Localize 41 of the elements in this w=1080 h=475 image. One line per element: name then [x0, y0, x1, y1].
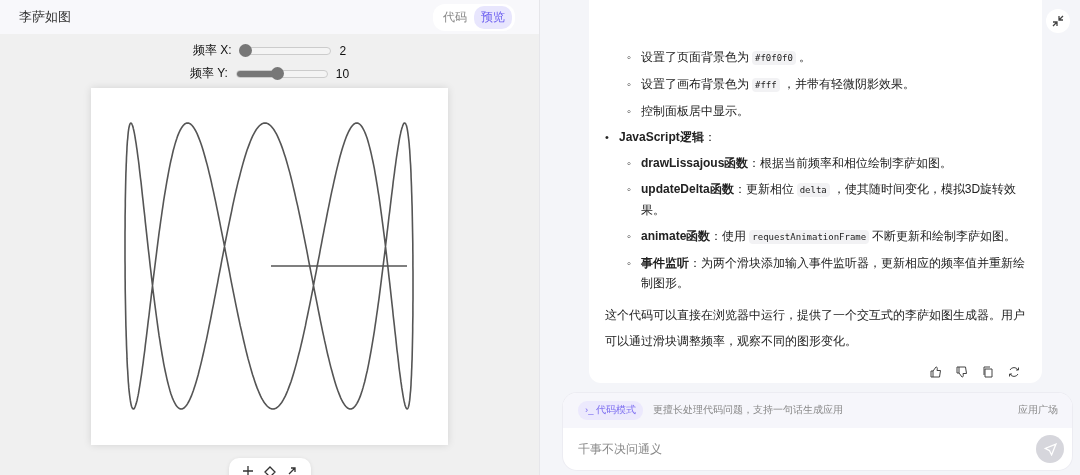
bullet-marker: ◦	[627, 182, 632, 197]
collapse-icon	[1052, 15, 1064, 27]
list-item-text: 控制面板居中显示。	[641, 103, 749, 120]
slider-label: 频率 Y:	[189, 65, 228, 82]
slider-label: 频率 X:	[192, 42, 232, 59]
list-item-text: 设置了画布背景色为 #fff ，并带有轻微阴影效果。	[641, 76, 915, 94]
mode-hint: 更擅长处理代码问题，支持一句话生成应用	[653, 404, 844, 417]
slider-value: 10	[335, 66, 350, 81]
slider-value: 2	[339, 43, 347, 58]
collapse-button[interactable]	[1046, 9, 1070, 33]
send-icon	[1043, 442, 1057, 456]
list-item-text: JavaScript逻辑：	[619, 129, 716, 146]
eraser-icon[interactable]	[262, 464, 277, 475]
slider-thumb[interactable]	[239, 43, 252, 57]
bullet-marker: ◦	[627, 104, 632, 119]
thumbs-up-icon[interactable]	[930, 366, 942, 378]
bullet-marker: ◦	[627, 229, 632, 244]
frequency-slider[interactable]	[239, 46, 332, 55]
bullet-marker: ◦	[627, 77, 632, 92]
frequency-slider[interactable]	[235, 69, 328, 78]
message-input[interactable]: 千事不决问通义	[576, 441, 1036, 457]
bullet-marker: ◦	[627, 256, 632, 271]
panel-title: 李萨如图	[19, 8, 71, 26]
code-mode-chip[interactable]: ›_ 代码模式	[578, 401, 644, 420]
bullet-marker: ◦	[627, 156, 632, 171]
view-tab[interactable]: 代码	[436, 5, 474, 29]
summary-text: 这个代码可以直接在浏览器中运行，提供了一个交互式的李萨如图生成器。用户可以通过滑块调整频率，观察不同的图形变化。	[605, 307, 1026, 350]
copy-icon[interactable]	[982, 366, 994, 378]
list-item-text: updateDelta函数：更新相位 delta ，使其随时间变化，模拟3D旋转效果。	[641, 181, 1018, 219]
slider-thumb[interactable]	[271, 66, 285, 80]
bullet-marker: ◦	[627, 50, 632, 65]
view-tab[interactable]: 预览	[474, 5, 512, 29]
refresh-icon[interactable]	[1008, 366, 1020, 378]
list-item-text: animate函数：使用 requestAnimationFrame 不断更新和绘制李萨如图。	[641, 228, 1017, 246]
app-square-link[interactable]: 应用广场	[1018, 404, 1058, 417]
list-item-text: 事件监听：为两个滑块添加输入事件监听器，更新相应的频率值并重新绘制图形。	[641, 255, 1026, 292]
bullet-marker: •	[605, 130, 610, 145]
thumbs-down-icon[interactable]	[956, 366, 968, 378]
list-item-text: 设置了页面背景色为 #f0f0f0 。	[641, 49, 811, 67]
crosshair-icon[interactable]	[240, 464, 255, 475]
list-item-text: drawLissajous函数：根据当前频率和相位绘制李萨如图。	[641, 155, 953, 172]
